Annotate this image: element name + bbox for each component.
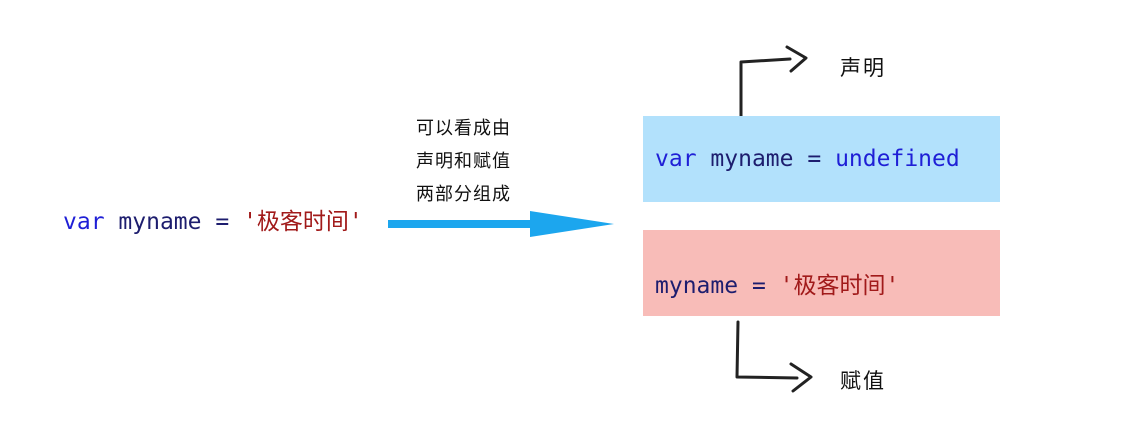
declaration-identifier: myname [710,146,794,172]
declaration-box: var myname = undefined [643,116,1000,202]
main-arrow-icon [388,211,614,237]
arrows-layer [388,45,813,393]
assignment-arrow-icon [735,320,813,393]
assignment-value: '极客时间' [779,273,900,299]
assignment-statement: myname = '极客时间' [655,275,899,298]
assignment-box: myname = '极客时间' [643,230,1000,316]
assignment-operator: = [751,273,766,299]
declaration-statement: var myname = undefined [655,148,960,171]
assignment-label: 赋值 [840,369,886,393]
declaration-operator: = [807,146,822,172]
declaration-keyword: var [655,146,697,172]
declaration-label: 声明 [840,56,886,80]
declaration-arrow-icon [739,45,808,118]
declaration-value: undefined [835,146,960,172]
assignment-identifier: myname [655,273,739,299]
